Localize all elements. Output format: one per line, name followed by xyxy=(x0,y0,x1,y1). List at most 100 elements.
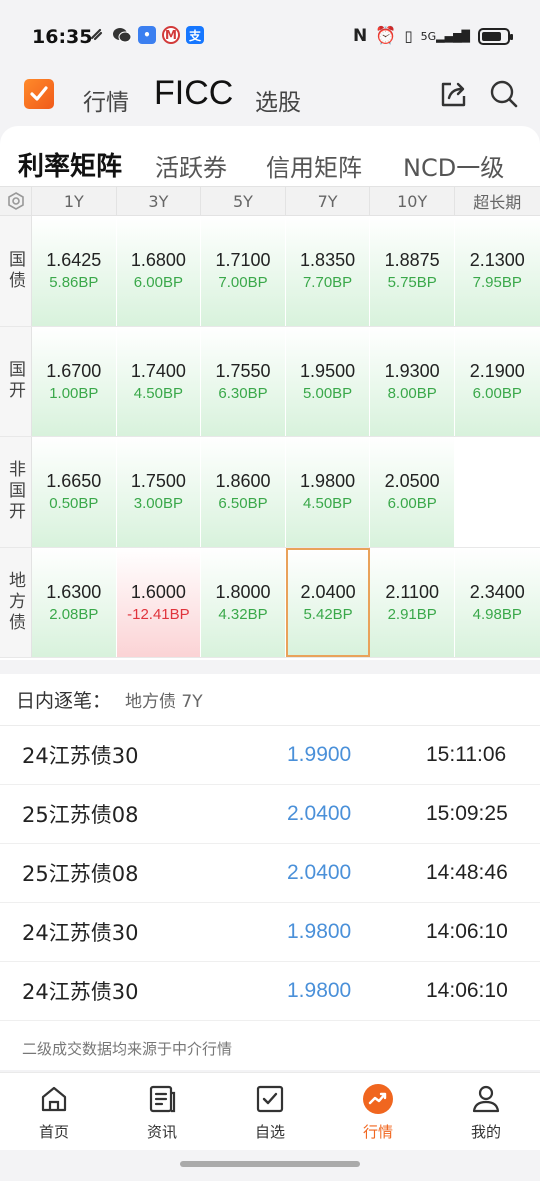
row-label: 地方债 xyxy=(0,547,32,657)
cell-bp-change: 6.00BP xyxy=(133,274,183,292)
trade-row[interactable]: 24江苏债30 1.9800 14:06:10 xyxy=(0,903,540,962)
nav-watchlist[interactable]: 自选 xyxy=(235,1083,305,1142)
cell-bp-change: 0.50BP xyxy=(49,495,99,513)
settings-icon xyxy=(7,192,24,210)
wechat-icon xyxy=(113,28,132,43)
cell-yield: 2.3400 xyxy=(469,581,525,602)
matrix-cell[interactable]: 1.7500 3.00BP xyxy=(116,437,202,547)
cell-yield: 1.7400 xyxy=(130,360,186,381)
trade-time: 15:11:06 xyxy=(426,743,507,766)
trade-time: 15:09:25 xyxy=(426,802,508,825)
matrix-cell[interactable]: 1.7400 4.50BP xyxy=(116,326,202,436)
cell-yield: 1.8000 xyxy=(215,581,271,602)
profile-icon xyxy=(470,1083,502,1115)
matrix-cell[interactable]: 1.9800 4.50BP xyxy=(285,437,371,547)
intraday-trades: 日内逐笔： 地方债 7Y 24江苏债30 1.9900 15:11:06 25江苏债0… xyxy=(0,674,540,1070)
intraday-header: 日内逐笔： 地方债 7Y xyxy=(0,674,540,726)
matrix-cell[interactable]: 1.8600 6.50BP xyxy=(201,437,286,547)
nav-market[interactable]: 行情 xyxy=(343,1083,413,1142)
tab-active-bonds[interactable]: 活跃券 xyxy=(155,148,227,183)
matrix-cell[interactable]: 2.0500 6.00BP xyxy=(370,437,455,547)
network-type: 5G xyxy=(420,29,437,43)
cell-bp-change: 4.32BP xyxy=(218,605,268,623)
matrix-cell[interactable]: 1.6700 1.00BP xyxy=(32,326,117,436)
trade-row[interactable]: 24江苏债30 1.9900 15:11:06 xyxy=(0,726,540,785)
matrix-cell[interactable]: 2.1900 6.00BP xyxy=(454,326,540,436)
trade-bond-name: 24江苏债30 xyxy=(22,980,139,1004)
matrix-cell[interactable]: 1.6800 6.00BP xyxy=(116,216,202,326)
matrix-cell[interactable]: 1.6425 5.86BP xyxy=(32,216,117,326)
system-icons: N ⏰ ▯ 5G▂▄▆█ xyxy=(353,26,513,46)
matrix-cell[interactable]: 2.0400 5.42BP xyxy=(285,547,371,657)
matrix-cell[interactable]: 2.1100 2.91BP xyxy=(370,547,455,657)
trade-list: 24江苏债30 1.9900 15:11:06 25江苏债08 2.0400 15:09:… xyxy=(0,726,540,1021)
tab-ncd-primary[interactable]: NCD一级 xyxy=(403,148,504,183)
matrix-cell[interactable]: 1.7100 7.00BP xyxy=(201,216,286,326)
cell-bp-change: 7.70BP xyxy=(302,274,353,292)
trade-row[interactable]: 25江苏债08 2.0400 14:48:46 xyxy=(0,844,540,903)
trade-bond-name: 25江苏债08 xyxy=(22,803,139,827)
home-indicator[interactable] xyxy=(180,1161,360,1167)
watchlist-icon xyxy=(254,1083,286,1115)
tab-credit-matrix[interactable]: 信用矩阵 xyxy=(266,148,362,183)
matrix-cell[interactable]: 2.1300 7.95BP xyxy=(454,216,540,326)
col-header-5y[interactable]: 5Y xyxy=(201,187,286,215)
sub-tabs: 利率矩阵 活跃券 信用矩阵 NCD一级 xyxy=(0,144,540,203)
search-button[interactable] xyxy=(488,78,520,110)
matrix-settings-button[interactable] xyxy=(0,187,32,215)
cell-yield: 1.7550 xyxy=(215,360,271,381)
cell-bp-change: 7.95BP xyxy=(472,274,522,292)
col-header-10y[interactable]: 10Y xyxy=(370,187,455,215)
col-header-7y[interactable]: 7Y xyxy=(286,187,371,215)
nav-news[interactable]: 资讯 xyxy=(127,1083,197,1142)
cell-bp-change: 7.00BP xyxy=(218,274,268,292)
row-label-text: 非国开 xyxy=(5,460,25,524)
intraday-selection: 地方债 7Y xyxy=(125,692,203,712)
cell-yield: 1.6800 xyxy=(130,250,186,271)
nav-watchlist-label: 自选 xyxy=(254,1123,285,1141)
rate-matrix-card: 利率矩阵 活跃券 信用矩阵 NCD一级 1Y 3Y 5Y 7Y 10Y 超长期 … xyxy=(0,126,540,660)
nav-market-label: 行情 xyxy=(362,1123,393,1141)
row-label: 国债 xyxy=(0,216,32,326)
status-time: 16:35 xyxy=(32,26,93,48)
trade-row[interactable]: 24江苏债30 1.9800 14:06:10 xyxy=(0,962,540,1021)
col-header-3y[interactable]: 3Y xyxy=(117,187,202,215)
matrix-cell[interactable]: 1.8350 7.70BP xyxy=(285,216,371,326)
tab-hangqing[interactable]: 行情 xyxy=(83,83,129,117)
matrix-cell[interactable]: 1.8875 5.75BP xyxy=(370,216,455,326)
cell-yield: 1.6300 xyxy=(46,581,102,602)
cell-yield: 1.6650 xyxy=(46,471,102,492)
cell-bp-change: 6.00BP xyxy=(387,495,437,513)
tab-xuangu[interactable]: 选股 xyxy=(255,83,301,117)
matrix-cell[interactable]: 1.8000 4.32BP xyxy=(201,547,286,657)
matrix-cell[interactable]: 1.6650 0.50BP xyxy=(32,437,117,547)
trade-bond-name: 24江苏债30 xyxy=(22,744,139,768)
matrix-row: 国债 1.6425 5.86BP 1.6800 6.00BP 1.7100 7.00BP 1.… xyxy=(0,216,540,327)
cell-yield: 1.6425 xyxy=(46,250,102,271)
cell-bp-change: 2.08BP xyxy=(49,605,99,623)
nav-home[interactable]: 首页 xyxy=(19,1083,89,1142)
cell-bp-change: 4.50BP xyxy=(133,384,183,402)
app-logo-icon[interactable] xyxy=(24,79,54,109)
market-icon xyxy=(362,1083,394,1115)
row-label-text: 国开 xyxy=(5,360,25,403)
tab-rate-matrix[interactable]: 利率矩阵 xyxy=(18,146,122,183)
cell-bp-change: 5.00BP xyxy=(302,384,353,402)
matrix-cell[interactable]: 2.3400 4.98BP xyxy=(454,547,540,657)
cell-bp-change: 4.50BP xyxy=(302,495,353,513)
col-header-1y[interactable]: 1Y xyxy=(32,187,117,215)
col-header-ultra-long[interactable]: 超长期 xyxy=(455,187,540,215)
matrix-cell[interactable]: 1.7550 6.30BP xyxy=(201,326,286,436)
matrix-cell[interactable]: 1.6300 2.08BP xyxy=(32,547,117,657)
trade-row[interactable]: 25江苏债08 2.0400 15:09:25 xyxy=(0,785,540,844)
cell-bp-change: 8.00BP xyxy=(387,384,437,402)
share-button[interactable] xyxy=(437,78,469,110)
link-icon xyxy=(90,28,103,41)
cell-yield: 1.9800 xyxy=(300,471,356,492)
matrix-cell[interactable]: 1.6000 -12.41BP xyxy=(116,547,202,657)
matrix-cell[interactable]: 1.9300 8.00BP xyxy=(370,326,455,436)
share-icon xyxy=(441,82,466,107)
tab-ficc[interactable]: FICC xyxy=(154,74,233,113)
matrix-cell[interactable]: 1.9500 5.00BP xyxy=(285,326,371,436)
nav-profile[interactable]: 我的 xyxy=(451,1083,521,1142)
